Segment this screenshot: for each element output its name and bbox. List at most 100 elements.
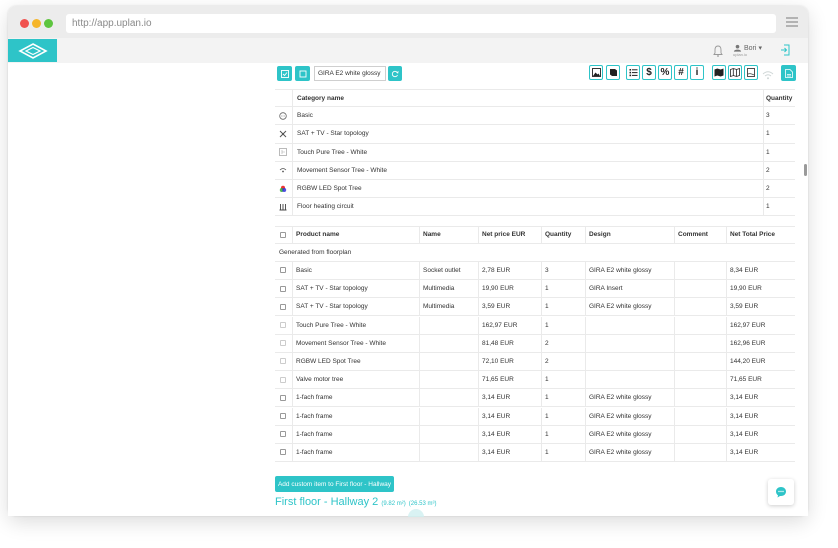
notifications-bell-icon[interactable] xyxy=(713,45,723,57)
user-avatar-icon xyxy=(733,44,742,52)
row-checkbox[interactable] xyxy=(280,444,286,461)
row-checkbox[interactable] xyxy=(280,353,286,370)
row-checkbox[interactable] xyxy=(280,335,286,352)
cell-quantity: 1 xyxy=(545,448,549,456)
row-checkbox[interactable] xyxy=(280,408,286,425)
row-checkbox[interactable] xyxy=(280,317,286,334)
logout-icon[interactable] xyxy=(780,44,790,56)
category-table-header: Category name Quantity xyxy=(275,89,795,108)
info-icon[interactable]: i xyxy=(690,65,704,80)
cell-product: Basic xyxy=(296,266,312,274)
refresh-icon xyxy=(391,70,399,77)
cell-name: Multimedia xyxy=(423,285,455,293)
room-section-title[interactable]: First floor - Hallway 2 (9.82 m²) (26.53… xyxy=(275,496,436,508)
column-header-category[interactable]: Category name xyxy=(297,90,344,106)
row-checkbox[interactable] xyxy=(280,426,286,443)
cell-quantity: 1 xyxy=(545,394,549,402)
select-all-checkbox[interactable] xyxy=(280,227,286,243)
column-header-name[interactable]: Name xyxy=(423,227,441,243)
user-menu[interactable]: Bori ▾ uplan.io xyxy=(733,44,762,58)
category-row[interactable]: Movement Sensor Tree - White 2 xyxy=(275,161,795,180)
map-outline-icon[interactable] xyxy=(728,65,742,80)
room-name: First floor - Hallway 2 xyxy=(275,496,379,508)
row-checkbox[interactable] xyxy=(280,371,286,388)
cell-total: 3,59 EUR xyxy=(730,303,759,311)
product-row[interactable]: RGBW LED Spot Tree 72,10 EUR 2 144,20 EUR xyxy=(275,352,795,372)
product-row[interactable]: Valve motor tree 71,65 EUR 1 71,65 EUR xyxy=(275,371,795,390)
page-icon[interactable] xyxy=(744,65,758,80)
product-row[interactable]: 1-fach frame 3,14 EUR 1 GIRA E2 white gloss… xyxy=(275,443,795,463)
cell-quantity: 3 xyxy=(545,266,549,274)
product-row[interactable]: 1-fach frame 3,14 EUR 1 GIRA E2 white gloss… xyxy=(275,407,795,426)
column-header-quantity[interactable]: Quantity xyxy=(545,227,571,243)
scrollbar-thumb[interactable] xyxy=(804,164,807,176)
product-row[interactable]: Basic Socket outlet 2,78 EUR 3 GIRA E2 white… xyxy=(275,261,795,281)
cell-price: 3,14 EUR xyxy=(482,412,511,420)
uplan-logo[interactable] xyxy=(8,39,57,62)
product-row[interactable]: 1-fach frame 3,14 EUR 1 GIRA E2 white gloss… xyxy=(275,425,795,444)
dollar-icon[interactable]: $ xyxy=(642,65,656,80)
book-icon[interactable] xyxy=(606,65,620,80)
chat-button[interactable] xyxy=(768,479,794,505)
heating-icon xyxy=(279,203,287,211)
category-row[interactable]: RGBW LED Spot Tree 2 xyxy=(275,180,795,199)
percent-icon[interactable]: % xyxy=(658,65,672,80)
column-header-price[interactable]: Net price EUR xyxy=(482,227,525,243)
cell-quantity: 1 xyxy=(545,285,549,293)
category-name: Floor heating circuit xyxy=(297,203,354,211)
add-custom-item-button[interactable]: Add custom item to First floor - Hallway xyxy=(275,476,394,492)
column-header-product[interactable]: Product name xyxy=(296,227,339,243)
map-icon[interactable] xyxy=(712,65,726,80)
product-row[interactable]: SAT + TV - Star topology Multimedia 19,90 … xyxy=(275,280,795,299)
product-row[interactable]: Touch Pure Tree - White 162,97 EUR 1 162,97… xyxy=(275,316,795,335)
export-pdf-button[interactable] xyxy=(781,65,796,81)
column-header-quantity[interactable]: Quantity xyxy=(766,90,792,106)
cell-product: SAT + TV - Star topology xyxy=(296,303,368,311)
cell-name: Socket outlet xyxy=(423,266,461,274)
row-checkbox[interactable] xyxy=(280,280,286,297)
cell-total: 144,20 EUR xyxy=(730,357,766,365)
chat-icon xyxy=(776,487,786,498)
category-row[interactable]: Touch Pure Tree - White 1 xyxy=(275,143,795,162)
column-header-comment[interactable]: Comment xyxy=(678,227,708,243)
category-quantity: 3 xyxy=(766,112,770,120)
cell-design: GIRA E2 white glossy xyxy=(589,266,652,274)
row-checkbox[interactable] xyxy=(280,389,286,406)
category-name: SAT + TV - Star topology xyxy=(297,130,369,138)
product-row[interactable]: Movement Sensor Tree - White 81,48 EUR 2 16… xyxy=(275,334,795,353)
cell-price: 3,14 EUR xyxy=(482,394,511,402)
cell-total: 3,14 EUR xyxy=(730,430,759,438)
cell-total: 3,14 EUR xyxy=(730,448,759,456)
column-header-design[interactable]: Design xyxy=(589,227,611,243)
design-select[interactable]: GIRA E2 white glossy xyxy=(314,66,386,81)
cell-price: 19,90 EUR xyxy=(482,285,514,293)
socket-icon xyxy=(279,112,287,120)
product-table-header: Product name Name Net price EUR Quantity Des… xyxy=(275,225,795,244)
product-row[interactable]: 1-fach frame 3,14 EUR 1 GIRA E2 white gloss… xyxy=(275,389,795,408)
rgb-icon xyxy=(279,185,287,192)
category-row[interactable]: SAT + TV - Star topology 1 xyxy=(275,125,795,144)
category-row[interactable]: Floor heating circuit 1 xyxy=(275,198,795,217)
row-checkbox[interactable] xyxy=(280,262,286,279)
row-checkbox[interactable] xyxy=(280,298,286,315)
select-all-button[interactable] xyxy=(277,66,292,81)
group-label: Generated from floorplan xyxy=(279,248,352,256)
product-row[interactable]: SAT + TV - Star topology Multimedia 3,59 E… xyxy=(275,298,795,317)
column-header-total[interactable]: Net Total Price xyxy=(730,227,775,243)
cell-design: GIRA E2 white glossy xyxy=(589,394,652,402)
cell-design: GIRA Insert xyxy=(589,285,623,293)
empty-square-icon xyxy=(299,70,306,77)
refresh-design-button[interactable] xyxy=(388,66,402,81)
wifi-icon[interactable] xyxy=(762,67,774,80)
cell-total: 162,97 EUR xyxy=(730,321,766,329)
cell-design: GIRA E2 white glossy xyxy=(589,412,652,420)
image-icon[interactable] xyxy=(589,65,603,80)
cell-quantity: 1 xyxy=(545,303,549,311)
deselect-all-button[interactable] xyxy=(295,66,310,81)
list-icon[interactable] xyxy=(626,65,640,80)
group-label-row: Generated from floorplan xyxy=(275,244,795,262)
hash-icon[interactable]: # xyxy=(674,65,688,80)
cell-product: SAT + TV - Star topology xyxy=(296,285,368,293)
category-quantity: 2 xyxy=(766,166,770,174)
category-row[interactable]: Basic 3 xyxy=(275,107,795,126)
